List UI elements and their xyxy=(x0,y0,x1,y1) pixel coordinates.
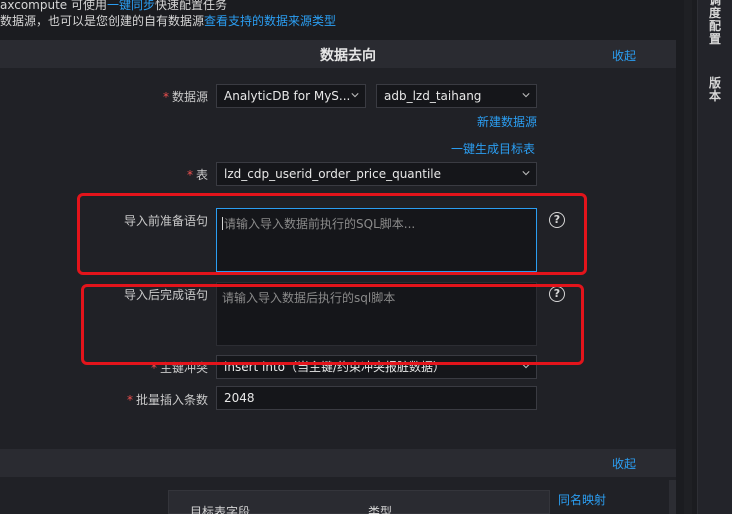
batch-size-input[interactable]: 2048 xyxy=(216,386,537,410)
type-column-header: 类型 xyxy=(368,505,393,514)
datasource-label: * 数据源 xyxy=(162,90,208,104)
datasource-name-select[interactable]: adb_lzd_taihang xyxy=(376,84,537,108)
destination-panel xyxy=(0,40,676,514)
batch-size-label: * 批量插入条数 xyxy=(126,393,208,407)
destination-collapse-button[interactable]: 收起 xyxy=(612,47,636,64)
supported-sources-link[interactable]: 查看支持的数据来源类型 xyxy=(204,14,336,28)
chevron-down-icon xyxy=(522,93,530,98)
generate-target-table-link[interactable]: 一键生成目标表 xyxy=(451,140,535,157)
table-label: * 表 xyxy=(186,168,208,182)
table-select[interactable]: lzd_cdp_userid_order_price_quantile xyxy=(216,162,537,186)
datasource-name-value: adb_lzd_taihang xyxy=(384,89,482,103)
highlight-box-pre-sql xyxy=(77,193,587,275)
chevron-down-icon xyxy=(351,93,359,98)
target-field-column-header: 目标表字段 xyxy=(190,505,251,514)
highlight-box-post-sql xyxy=(81,284,584,365)
datasource-type-select[interactable]: AnalyticDB for MyS... xyxy=(216,84,366,108)
batch-size-value: 2048 xyxy=(224,391,255,405)
intro-line-1-suffix: 快速配置任务 xyxy=(155,0,228,12)
table-value: lzd_cdp_userid_order_price_quantile xyxy=(224,167,442,181)
intro-line-2: 数据源，也可以是您创建的自有数据源查看支持的数据来源类型 xyxy=(0,12,336,29)
sidebar-schedule-config[interactable]: 调度配置 xyxy=(708,0,722,46)
mapping-scrollbar[interactable] xyxy=(669,480,676,514)
same-name-mapping-button[interactable]: 同名映射 xyxy=(558,491,606,508)
sidebar-version[interactable]: 版本 xyxy=(708,77,722,103)
intro-line-1-prefix: axcompute 可使用 xyxy=(0,0,107,12)
chevron-down-icon xyxy=(522,171,530,176)
intro-line-2-prefix: 数据源，也可以是您创建的自有数据源 xyxy=(0,14,205,28)
new-datasource-link[interactable]: 新建数据源 xyxy=(477,113,537,130)
mapping-collapse-button[interactable]: 收起 xyxy=(612,455,636,472)
datasource-type-value: AnalyticDB for MyS... xyxy=(224,89,351,103)
destination-section-title: 数据去向 xyxy=(320,48,376,64)
one-click-sync-link[interactable]: 一键同步 xyxy=(107,0,155,12)
vertical-scrollbar[interactable] xyxy=(684,0,692,514)
mapping-section-header xyxy=(0,449,676,477)
